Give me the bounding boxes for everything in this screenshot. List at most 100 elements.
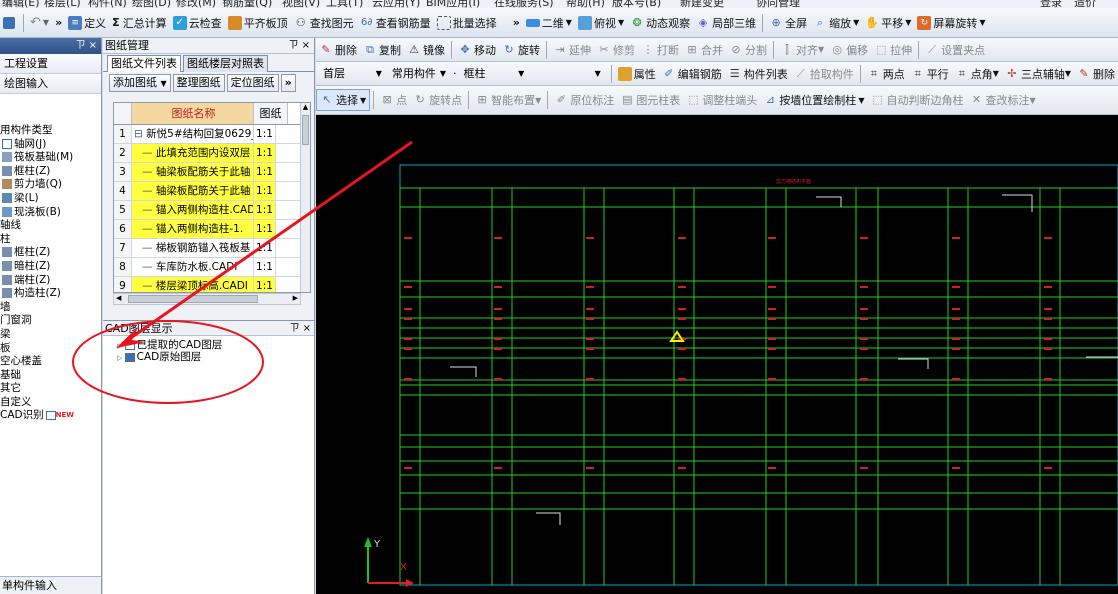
tree-item[interactable]: 板	[0, 342, 101, 356]
two-points-button[interactable]: ⌗ 两点	[864, 63, 908, 85]
menu-item[interactable]: 云应用(Y)	[372, 0, 420, 8]
extend-button[interactable]: ⇥ 延伸	[550, 39, 594, 61]
drawing-overflow-button[interactable]: »	[280, 74, 296, 92]
copy-button[interactable]: ⧉ 复制	[360, 39, 404, 61]
tree-item[interactable]: 轴网(J)	[0, 138, 101, 152]
pin-close-icon[interactable]: ㄗ ×	[289, 321, 311, 336]
delete-aux-button[interactable]: ✎ 删除	[1074, 63, 1118, 85]
component-name-select[interactable]: ▼	[531, 65, 603, 83]
tree-item[interactable]: 空心楼盖	[0, 355, 101, 369]
toolbar-overflow-button-2[interactable]: »	[510, 12, 523, 34]
pan-button[interactable]: ✋ 平移 ▼	[862, 12, 914, 34]
cloud-check-button[interactable]: ✓ 云检查	[170, 12, 225, 34]
drawing-row[interactable]: 4— 轴梁板配筋关于此轴 1:1	[114, 182, 310, 201]
drawing-row[interactable]: 7— 梯板钢筋锚入筏板基 1:1	[114, 239, 310, 258]
menu-item[interactable]: 钢筋量(Q)	[222, 0, 272, 8]
single-component-input[interactable]: 单构件输入	[0, 576, 101, 594]
tab-drawing-floor-map[interactable]: 图纸楼层对照表	[183, 55, 268, 72]
drawing-row[interactable]: 2— 此填充范围内设双层 1:1	[114, 144, 310, 163]
stretch-button[interactable]: ⬚ 拉伸	[871, 39, 915, 61]
pin-close-icon[interactable]: ㄗ ×	[75, 38, 97, 54]
tree-item[interactable]: 框柱(Z)	[0, 246, 101, 260]
define-button[interactable]: ≡ 定义	[65, 12, 109, 34]
move-button[interactable]: ✥ 移动	[455, 39, 499, 61]
drawing-row[interactable]: 3— 轴梁板配筋关于此轴 1:1	[114, 163, 310, 182]
cad-canvas[interactable]: 剪力墙结构平面 Y X	[316, 115, 1118, 594]
menu-item[interactable]: 版本号(B)	[612, 0, 661, 8]
menu-item[interactable]: 工具(T)	[326, 0, 363, 8]
flat-top-button[interactable]: 平齐板顶	[225, 12, 291, 34]
dynamic-observe-button[interactable]: ❂ 动态观察	[627, 12, 693, 34]
property-button[interactable]: 属性	[615, 63, 659, 85]
tree-item[interactable]: 其它	[0, 382, 101, 396]
floor-select[interactable]: 首层 ▼	[320, 65, 385, 83]
tree-item[interactable]: 自定义	[0, 396, 101, 410]
grid-header-scale[interactable]: 图纸	[254, 103, 288, 124]
find-element-button[interactable]: ⚇ 查找图元	[291, 12, 357, 34]
layer-checkbox[interactable]	[124, 340, 135, 350]
toolbar-overflow-button[interactable]: »	[52, 12, 65, 34]
menu-item[interactable]: 楼层(L)	[44, 0, 81, 8]
tree-item[interactable]: 现浇板(B)	[0, 206, 101, 220]
tree-item[interactable]: 剪力墙(Q)	[0, 178, 101, 192]
menu-item[interactable]: 视图(V)	[282, 0, 320, 8]
offset-button[interactable]: ◎ 偏移	[827, 39, 871, 61]
merge-button[interactable]: ⊞ 合并	[682, 39, 726, 61]
smart-layout-button[interactable]: ⊞ 智能布置 ▼	[472, 89, 544, 111]
tree-item-cad-recognition[interactable]: CAD识别 NEW	[0, 409, 101, 423]
delete-button[interactable]: ✎ 删除	[316, 39, 360, 61]
drawing-row[interactable]: 5— 锚入两侧构造柱.CADI 1:1	[114, 201, 310, 220]
batch-select-button[interactable]: 批量选择	[434, 12, 500, 34]
grid-horizontal-scrollbar[interactable]: ◀ ▶	[113, 293, 301, 305]
edit-rebar-button[interactable]: ✐ 编辑钢筋	[659, 63, 725, 85]
menu-item[interactable]: 绘图(D)	[132, 0, 171, 8]
fullscreen-button[interactable]: ⊕ 全屏	[766, 12, 810, 34]
three-point-aux-button[interactable]: ✢ 三点辅轴 ▼	[1002, 63, 1074, 85]
tree-item[interactable]: 梁(L)	[0, 192, 101, 206]
tab-drawing-file-list[interactable]: 图纸文件列表	[107, 55, 181, 72]
menu-item[interactable]: 编辑(E)	[2, 0, 40, 8]
menu-item[interactable]: 修改(M)	[176, 0, 216, 8]
rotate-point-button[interactable]: ↻ 旋转点	[410, 89, 465, 111]
tree-item[interactable]: 柱	[0, 233, 101, 247]
trim-button[interactable]: ✂ 修剪	[594, 39, 638, 61]
screen-rotate-button[interactable]: ↻ 屏幕旋转 ▼	[914, 12, 988, 34]
tree-item[interactable]: 基础	[0, 369, 101, 383]
drawing-row[interactable]: 8— 车库防水板.CADI 1:1	[114, 258, 310, 277]
view-rebar-button[interactable]: 6∂ 查看钢筋量	[357, 12, 434, 34]
local-3d-button[interactable]: ◈ 局部三维	[693, 12, 759, 34]
origin-mark-button[interactable]: ✐ 原位标注	[551, 89, 617, 111]
pick-component-button[interactable]: ⟋ 拾取构件	[791, 63, 857, 85]
add-drawing-button[interactable]: 添加图纸 ▼	[109, 74, 171, 92]
menu-item[interactable]: 协同管理	[756, 0, 800, 8]
menu-item[interactable]: 帮助(H)	[566, 0, 605, 8]
point-angle-button[interactable]: ⌗ 点角 ▼	[952, 63, 1002, 85]
menu-item[interactable]: 登录	[1040, 0, 1062, 8]
collapse-icon[interactable]: ⊟	[134, 128, 146, 140]
menu-item[interactable]: BIM应用(I)	[426, 0, 480, 8]
draw-by-wall-button[interactable]: ⊿ 按墙位置绘制柱 ▼	[760, 89, 867, 111]
top-view-button[interactable]: 俯视 ▼	[575, 12, 627, 34]
tree-item[interactable]: 端柱(Z)	[0, 274, 101, 288]
drawing-row[interactable]: 6— 锚入两侧构造柱-1. 1:1	[114, 220, 310, 239]
menu-item[interactable]: 在线服务(S)	[494, 0, 554, 8]
tree-item[interactable]: 构造柱(Z)	[0, 287, 101, 301]
undo-button[interactable]: ↶ ▼	[27, 12, 52, 34]
tree-item[interactable]: 筏板基础(M)	[0, 151, 101, 165]
break-button[interactable]: ⋮ 打断	[638, 39, 682, 61]
adjust-column-end-button[interactable]: ⬚ 调整柱端头	[683, 89, 760, 111]
locate-drawing-button[interactable]: 定位图纸	[226, 74, 279, 92]
tree-item[interactable]: 墙	[0, 301, 101, 315]
mirror-button[interactable]: ⚠ 镜像	[404, 39, 448, 61]
save-button[interactable]	[0, 12, 20, 34]
menu-item[interactable]: 构件(N)	[88, 0, 127, 8]
tree-item[interactable]: 门窗洞	[0, 314, 101, 328]
tree-item[interactable]: 轴线	[0, 219, 101, 233]
auto-corner-button[interactable]: ⬚ 自动判断边角柱	[867, 89, 966, 111]
select-button[interactable]: ↖ 选择 ▼	[316, 89, 371, 111]
organize-drawing-button[interactable]: 整理图纸	[172, 74, 225, 92]
check-mark-button[interactable]: ✕ 查改标注 ▼	[966, 89, 1038, 111]
component-subtype-select[interactable]: 框柱 ▼	[461, 65, 528, 83]
component-list-button[interactable]: ☰ 构件列表	[725, 63, 791, 85]
view-2d-button[interactable]: 二维 ▼	[523, 12, 575, 34]
